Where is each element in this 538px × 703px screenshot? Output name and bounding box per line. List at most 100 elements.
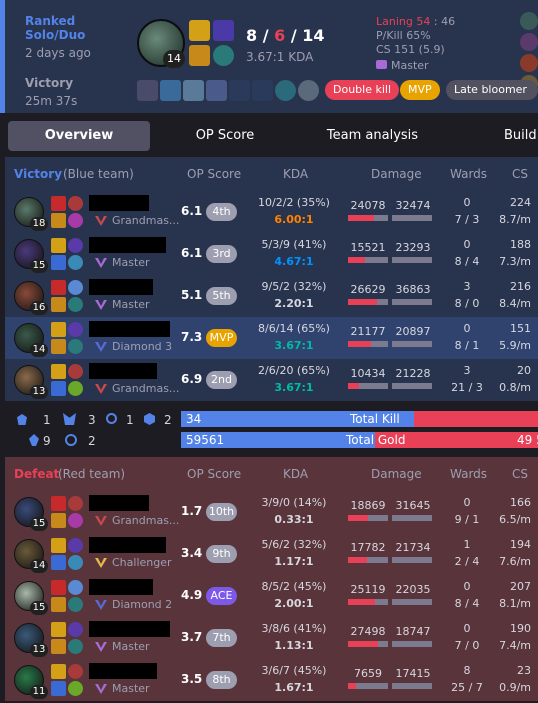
tab-overview[interactable]: Overview [8, 121, 150, 151]
rune-icon[interactable] [68, 280, 83, 295]
rune-primary-icon[interactable] [213, 20, 234, 41]
participant-avatar[interactable] [520, 54, 538, 72]
summoner-spell-icon[interactable] [189, 20, 210, 41]
rune-icon[interactable] [68, 639, 83, 654]
redacted-summoner-name[interactable] [89, 663, 157, 679]
rune-icon[interactable] [68, 681, 83, 696]
player-tier: Grandmas... [112, 382, 180, 395]
damage-taken-bar [392, 557, 432, 563]
rune-icon[interactable] [68, 322, 83, 337]
kill-participation: P/Kill 65% [376, 29, 431, 42]
summoner-spell-icon[interactable] [51, 622, 66, 637]
summoner-spell-icon[interactable] [51, 364, 66, 379]
rune-icon[interactable] [68, 339, 83, 354]
red-team-result: Defeat [14, 467, 60, 481]
summoner-spell-icon[interactable] [51, 580, 66, 595]
rune-icon[interactable] [68, 364, 83, 379]
rune-icon[interactable] [68, 255, 83, 270]
player-kda-line: 8/5/2 (45%) [261, 580, 327, 593]
tab-build[interactable]: Build [485, 121, 538, 151]
summoner-spell-icon[interactable] [51, 322, 66, 337]
summoner-spell-icon[interactable] [51, 196, 66, 211]
rune-icon[interactable] [68, 555, 83, 570]
summoner-spell-icon[interactable] [51, 238, 66, 253]
summoner-spell-icon[interactable] [51, 339, 66, 354]
total-gold-bar: 59561 Total Gold 49 5 [181, 432, 538, 448]
item-slot-icon[interactable] [183, 80, 204, 101]
control-ward-icon[interactable] [298, 80, 319, 101]
summoner-spell-icon[interactable] [51, 255, 66, 270]
summoner-spell-icon[interactable] [51, 597, 66, 612]
item-slot-icon[interactable] [137, 80, 158, 101]
rune-icon[interactable] [68, 496, 83, 511]
redacted-summoner-name[interactable] [89, 621, 170, 637]
blue-inhibitors: 2 [88, 434, 96, 448]
summoner-spell-icon[interactable] [51, 213, 66, 228]
player-tier: Grandmas... [112, 514, 180, 527]
tab-team-analysis[interactable]: Team analysis [300, 121, 445, 151]
rune-icon[interactable] [68, 580, 83, 595]
player-kda-ratio: 1.17:1 [274, 555, 314, 568]
summoner-spell-icon[interactable] [51, 513, 66, 528]
item-slot-icon[interactable] [206, 80, 227, 101]
red-player-row[interactable]: 15 Diamond 2 4.9 ACE 8/5/2 (45%) 2.00:1 25119 2… [5, 575, 538, 617]
damage-taken-bar [392, 299, 432, 305]
blue-player-row[interactable]: 14 Diamond 3 7.3 MVP 8/6/14 (65%) 3.67:1 21177… [5, 317, 538, 359]
rune-icon[interactable] [68, 664, 83, 679]
blue-player-row[interactable]: 15 Master 6.1 3rd 5/3/9 (41%) 4.67:1 15521 2329… [5, 233, 538, 275]
blue-player-row[interactable]: 18 Grandmas... 6.1 4th 10/2/2 (35%) 6.00:1 240… [5, 191, 538, 233]
rune-secondary-icon[interactable] [213, 45, 234, 66]
total-gold-label: Total Gold [346, 433, 406, 447]
rune-icon[interactable] [68, 213, 83, 228]
summoner-spell-icon[interactable] [51, 681, 66, 696]
summoner-spell-icon[interactable] [51, 280, 66, 295]
summoner-spell-icon[interactable] [51, 664, 66, 679]
damage-dealt-fill [348, 215, 375, 221]
rune-icon[interactable] [68, 513, 83, 528]
redacted-summoner-name[interactable] [89, 321, 170, 337]
rune-icon[interactable] [68, 238, 83, 253]
summoner-spell-icon[interactable] [51, 297, 66, 312]
summoner-spell-icon[interactable] [51, 555, 66, 570]
red-player-row[interactable]: 15 Grandmas... 1.7 10th 3/9/0 (14%) 0.33:1 188… [5, 491, 538, 533]
trinket-icon[interactable] [275, 80, 296, 101]
summoner-spell-icon[interactable] [51, 496, 66, 511]
red-player-row[interactable]: 14 Challenger 3.4 9th 5/6/2 (32%) 1.17:1 17782… [5, 533, 538, 575]
damage-taken-bar [392, 515, 432, 521]
op-rank-pill: 10th [206, 503, 237, 521]
player-kda-line: 3/8/6 (41%) [261, 622, 327, 635]
redacted-summoner-name[interactable] [89, 579, 153, 595]
summoner-spell-icon[interactable] [189, 45, 210, 66]
damage-taken-fill [392, 599, 416, 605]
queue-type: Ranked Solo/Duo [25, 14, 86, 42]
blue-player-row[interactable]: 16 Master 5.1 5th 9/5/2 (32%) 2.20:1 26629 3686… [5, 275, 538, 317]
red-player-row[interactable]: 11 Master 3.5 8th 3/6/7 (45%) 1.67:1 7659 17415… [5, 659, 538, 701]
redacted-summoner-name[interactable] [89, 279, 153, 295]
redacted-summoner-name[interactable] [89, 195, 149, 211]
player-kda-ratio: 3.67:1 [274, 381, 314, 394]
rune-icon[interactable] [68, 597, 83, 612]
blue-player-row[interactable]: 13 Grandmas... 6.9 2nd 2/6/20 (65%) 3.67:1 104… [5, 359, 538, 401]
damage-dealt: 10434 [350, 367, 386, 380]
redacted-summoner-name[interactable] [89, 495, 149, 511]
participant-avatar[interactable] [520, 12, 538, 30]
player-kda-ratio: 0.33:1 [274, 513, 314, 526]
redacted-summoner-name[interactable] [89, 237, 166, 253]
summoner-spell-icon[interactable] [51, 538, 66, 553]
rune-icon[interactable] [68, 622, 83, 637]
summoner-spell-icon[interactable] [51, 639, 66, 654]
rune-icon[interactable] [68, 538, 83, 553]
rune-icon[interactable] [68, 381, 83, 396]
redacted-summoner-name[interactable] [89, 363, 157, 379]
item-slot-icon[interactable] [160, 80, 181, 101]
summoner-spell-icon[interactable] [51, 381, 66, 396]
red-player-row[interactable]: 13 Master 3.7 7th 3/8/6 (41%) 1.13:1 27498 1874… [5, 617, 538, 659]
op-rank-pill: MVP [206, 329, 237, 347]
redacted-summoner-name[interactable] [89, 537, 166, 553]
participant-avatar[interactable] [520, 33, 538, 51]
rune-icon[interactable] [68, 297, 83, 312]
damage-taken: 20897 [395, 325, 431, 338]
tab-op-score[interactable]: OP Score [160, 121, 290, 151]
damage-dealt-bar [348, 299, 388, 305]
rune-icon[interactable] [68, 196, 83, 211]
